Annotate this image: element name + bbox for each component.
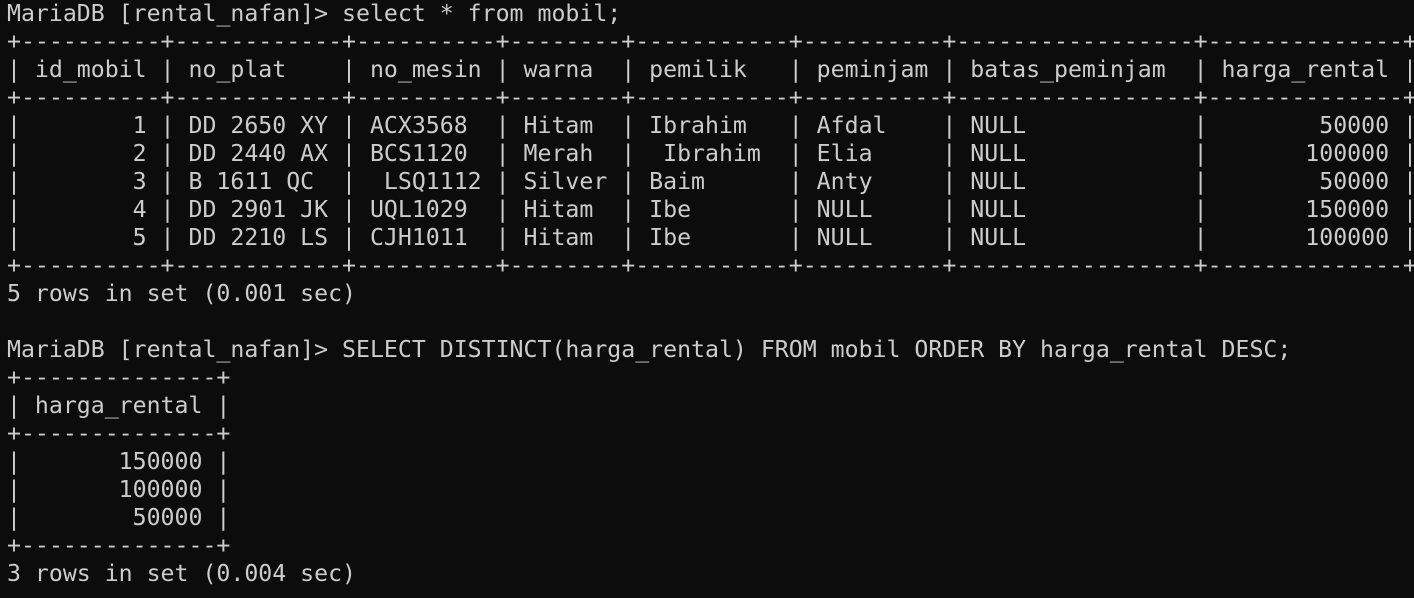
prompt-command-line: MariaDB [rental_nafan]> select * from mo… xyxy=(7,0,622,27)
table-row: | 100000 | xyxy=(7,476,231,503)
table-header-row: | id_mobil | no_plat | no_mesin | warna … xyxy=(7,56,1414,83)
result-summary: 3 rows in set (0.004 sec) xyxy=(7,560,357,587)
table-row: | 2 | DD 2440 AX | BCS1120 | Merah | Ibr… xyxy=(7,140,1414,167)
table-row: | 1 | DD 2650 XY | ACX3568 | Hitam | Ibr… xyxy=(7,112,1414,139)
terminal-output[interactable]: MariaDB [rental_nafan]> select * from mo… xyxy=(0,0,1414,598)
table-border: +--------------+ xyxy=(7,364,231,391)
table-row: | 150000 | xyxy=(7,448,231,475)
result-summary: 5 rows in set (0.001 sec) xyxy=(7,280,357,307)
table-border: +----------+------------+----------+----… xyxy=(7,84,1414,111)
table-border: +--------------+ xyxy=(7,532,231,559)
table-row: | 5 | DD 2210 LS | CJH1011 | Hitam | Ibe… xyxy=(7,224,1414,251)
prompt-command-line: MariaDB [rental_nafan]> SELECT DISTINCT(… xyxy=(7,336,1292,363)
table-row: | 50000 | xyxy=(7,504,231,531)
table-header-row: | harga_rental | xyxy=(7,392,231,419)
table-border: +--------------+ xyxy=(7,420,231,447)
table-border: +----------+------------+----------+----… xyxy=(7,28,1414,55)
table-border: +----------+------------+----------+----… xyxy=(7,252,1414,279)
table-row: | 3 | B 1611 QC | LSQ1112 | Silver | Bai… xyxy=(7,168,1414,195)
table-row: | 4 | DD 2901 JK | UQL1029 | Hitam | Ibe… xyxy=(7,196,1414,223)
